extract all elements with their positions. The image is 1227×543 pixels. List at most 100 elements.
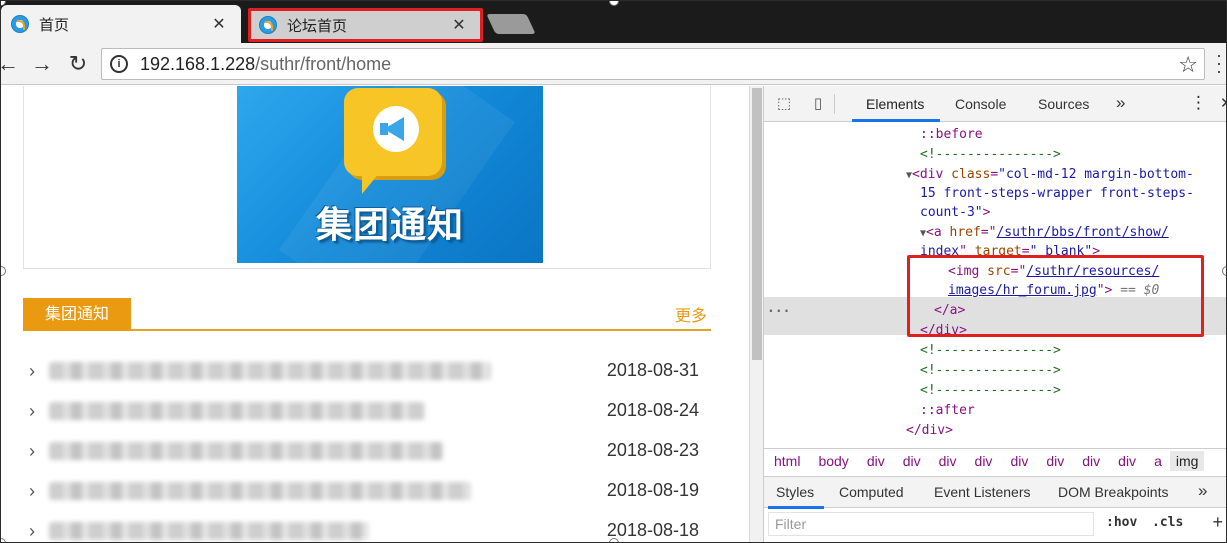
blurred-title[interactable] — [49, 522, 369, 540]
speaker-icon — [384, 117, 404, 141]
more-tabs-icon[interactable]: » — [1198, 481, 1207, 501]
tab-console[interactable]: Console — [955, 96, 1006, 112]
dom-line-comment[interactable]: <!---------------> — [920, 361, 1061, 380]
hov-toggle[interactable]: :hov — [1106, 515, 1137, 530]
inspect-element-icon[interactable]: ⬚ — [774, 94, 794, 114]
breadcrumb-item[interactable]: div — [1046, 453, 1064, 469]
url-path: /suthr/front/home — [255, 53, 392, 74]
breadcrumb-item[interactable]: div — [1010, 453, 1028, 469]
page-scrollbar[interactable] — [749, 86, 763, 542]
breadcrumb-item[interactable]: html — [774, 453, 800, 469]
dom-line-div-cont: count-3"> — [920, 205, 991, 220]
list-item[interactable]: › 2018-08-31 — [23, 351, 711, 391]
blurred-title[interactable] — [49, 362, 491, 380]
more-tabs-icon[interactable]: » — [1116, 93, 1125, 113]
tab-styles[interactable]: Styles — [776, 484, 814, 500]
forward-arrow-icon[interactable]: → — [29, 52, 55, 76]
blurred-title[interactable] — [49, 402, 425, 420]
breadcrumb-item[interactable]: a — [1154, 453, 1162, 469]
news-date: 2018-08-19 — [606, 480, 699, 500]
info-icon[interactable]: i — [110, 55, 128, 73]
frame-handle — [1222, 266, 1226, 276]
dom-line-div-close[interactable]: </div> — [906, 421, 953, 440]
breadcrumb-item[interactable]: div — [1118, 453, 1136, 469]
news-list: › 2018-08-31 › 2018-08-24 › 2018-08-23 ›… — [23, 351, 711, 542]
styles-filter-bar: Filter :hov .cls + — [764, 510, 1226, 540]
browser-menu-icon[interactable]: · · · — [1216, 46, 1226, 80]
list-item[interactable]: › 2018-08-18 — [23, 511, 711, 542]
breadcrumb-item[interactable]: div — [975, 453, 993, 469]
annotation-highlight-box — [248, 8, 483, 42]
dom-line-a[interactable]: ▼<a href="/suthr/bbs/front/show/ — [920, 223, 1169, 243]
banner-label: 集团通知 — [315, 204, 464, 245]
news-date: 2018-08-24 — [606, 400, 699, 420]
tab-event-listeners[interactable]: Event Listeners — [934, 484, 1031, 500]
breadcrumb-item[interactable]: div — [903, 453, 921, 469]
dom-line-div[interactable]: ▼<div class="col-md-12 margin-bottom- — [906, 165, 1194, 185]
dom-line-comment[interactable]: <!---------------> — [920, 381, 1061, 400]
browser-toolbar: ← → ↻ i 192.168.1.228 /suthr/front/home … — [1, 43, 1226, 85]
tab-elements[interactable]: Elements — [866, 96, 924, 112]
node-actions-ellipsis[interactable]: ... — [767, 301, 790, 316]
tab-home[interactable]: 首页 ✕ — [1, 5, 241, 43]
web-page: 集团通知 集团通知 更多 › 2018-08-31 › 2018-08-24 ›… — [1, 86, 749, 542]
dom-line-before[interactable]: ::before — [920, 125, 983, 144]
devtools-close-icon[interactable]: ✕ — [1220, 94, 1226, 112]
chevron-right-icon: › — [29, 400, 35, 421]
device-toolbar-icon[interactable]: ▯ — [808, 94, 828, 114]
href-link[interactable]: /suthr/bbs/front/show/ — [996, 225, 1168, 240]
list-item[interactable]: › 2018-08-19 — [23, 471, 711, 511]
chevron-right-icon: › — [29, 360, 35, 381]
cls-toggle[interactable]: .cls — [1152, 515, 1183, 530]
breadcrumb-item-selected[interactable]: img — [1169, 450, 1205, 471]
tab-dom-breakpoints[interactable]: DOM Breakpoints — [1058, 484, 1168, 500]
news-date: 2018-08-18 — [606, 520, 699, 540]
dom-line-comment[interactable]: <!---------------> — [920, 341, 1061, 360]
styles-tabbar: Styles Computed Event Listeners DOM Brea… — [764, 476, 1226, 509]
dom-tree: ... ::before <!---------------> ▼<div cl… — [764, 122, 1226, 444]
dom-line-div-cont: 15 front-steps-wrapper front-steps- — [920, 186, 1194, 201]
devtools-panel: ⬚ ▯ Elements Console Sources » ⋮ ✕ ... :… — [763, 86, 1226, 542]
breadcrumb-item[interactable]: div — [939, 453, 957, 469]
scrollbar-thumb[interactable] — [752, 88, 762, 360]
add-rule-icon[interactable]: + — [1212, 512, 1223, 533]
address-bar[interactable]: i 192.168.1.228 /suthr/front/home ☆ — [101, 48, 1205, 80]
new-tab-button[interactable] — [486, 14, 536, 34]
devtools-tabbar: ⬚ ▯ Elements Console Sources » ⋮ ✕ — [764, 86, 1226, 122]
breadcrumb-item[interactable]: body — [818, 453, 848, 469]
bookmark-star-icon[interactable]: ☆ — [1178, 52, 1198, 78]
dom-line-comment[interactable]: <!---------------> — [920, 145, 1061, 164]
breadcrumb-item[interactable]: div — [1082, 453, 1100, 469]
devtools-menu-icon[interactable]: ⋮ — [1190, 93, 1207, 113]
news-date: 2018-08-23 — [606, 440, 699, 460]
tab-title: 首页 — [39, 16, 70, 34]
dom-breadcrumbs: html body div div div div div div div di… — [764, 448, 1226, 472]
chevron-right-icon: › — [29, 480, 35, 501]
blurred-title[interactable] — [49, 482, 471, 500]
tab-computed[interactable]: Computed — [839, 484, 904, 500]
site-favicon-icon — [11, 15, 29, 33]
dom-line-after[interactable]: ::after — [920, 401, 975, 420]
tab-close-icon[interactable]: ✕ — [209, 14, 229, 34]
list-item[interactable]: › 2018-08-24 — [23, 391, 711, 431]
section-title[interactable]: 集团通知 — [23, 298, 131, 331]
more-link[interactable]: 更多 — [675, 302, 707, 326]
url-host: 192.168.1.228 — [140, 53, 256, 74]
chevron-right-icon: › — [29, 440, 35, 461]
banner-card: 集团通知 — [23, 86, 711, 269]
browser-tab-strip: 首页 ✕ 论坛首页 ✕ — [1, 1, 1226, 43]
frame-handle — [609, 538, 619, 542]
tab-sources[interactable]: Sources — [1038, 96, 1089, 112]
breadcrumb-item[interactable]: div — [867, 453, 885, 469]
screenshot: 首页 ✕ 论坛首页 ✕ ← → ↻ i 192.168.1.228 /suthr… — [0, 0, 1227, 543]
blurred-title[interactable] — [49, 442, 443, 460]
forum-banner-image[interactable]: 集团通知 — [237, 86, 543, 263]
annotation-highlight-box — [907, 255, 1204, 337]
section-header: 集团通知 更多 — [23, 298, 711, 331]
list-item[interactable]: › 2018-08-23 — [23, 431, 711, 471]
chevron-right-icon: › — [29, 520, 35, 541]
news-date: 2018-08-31 — [606, 360, 699, 380]
filter-input[interactable]: Filter — [768, 512, 1094, 536]
reload-icon[interactable]: ↻ — [65, 52, 91, 76]
back-arrow-icon[interactable]: ← — [1, 52, 21, 76]
